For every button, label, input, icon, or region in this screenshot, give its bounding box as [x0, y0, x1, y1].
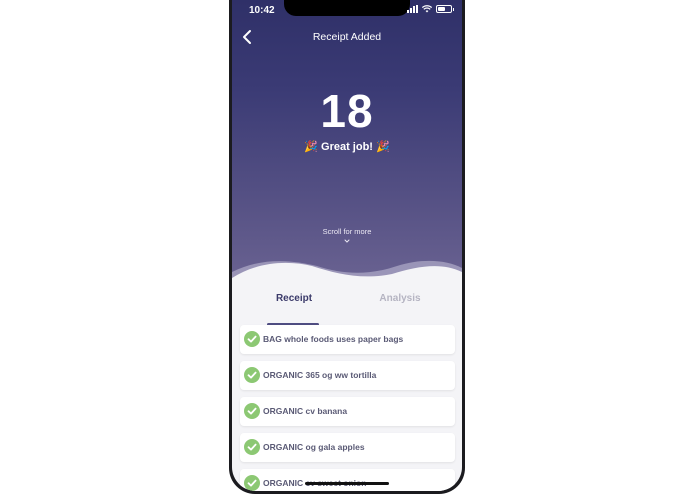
party-popper-icon: 🎉: [304, 140, 318, 153]
tab-receipt[interactable]: Receipt: [254, 293, 334, 304]
home-indicator[interactable]: [305, 482, 389, 485]
receipt-item-label: ORGANIC cv banana: [263, 406, 348, 416]
tab-analysis[interactable]: Analysis: [360, 293, 440, 304]
page-title: Receipt Added: [312, 31, 382, 43]
receipt-item[interactable]: ORGANIC og gala apples: [240, 433, 455, 462]
score-value: 18: [320, 85, 374, 137]
status-time: 10:42: [249, 5, 275, 16]
app-screen: 10:42 Receipt Added 18 🎉 Great job! 🎉 Sc…: [232, 0, 462, 491]
status-icons: [407, 5, 454, 13]
receipt-item[interactable]: BAG whole foods uses paper bags: [240, 325, 455, 354]
cellular-signal-icon: [407, 5, 418, 13]
praise-line: 🎉 Great job! 🎉: [232, 140, 462, 153]
tab-bar: Receipt Analysis: [232, 293, 462, 326]
check-circle-icon: [244, 367, 260, 383]
praise-text: Great job!: [321, 141, 373, 153]
receipt-item[interactable]: ORGANIC cv banana: [240, 397, 455, 426]
check-circle-icon: [244, 331, 260, 347]
chevron-down-icon: [344, 239, 350, 243]
receipt-panel: Receipt Analysis BAG whole foods uses pa…: [232, 282, 462, 491]
device-notch: [284, 0, 410, 16]
check-circle-icon: [244, 403, 260, 419]
wifi-icon: [422, 5, 432, 13]
nav-bar: Receipt Added: [232, 24, 462, 50]
scroll-hint: Scroll for more: [322, 227, 372, 236]
receipt-item-label: BAG whole foods uses paper bags: [263, 334, 404, 344]
receipt-item[interactable]: ORGANIC cv sweet onion: [240, 469, 455, 491]
check-circle-icon: [244, 475, 260, 491]
battery-icon: [436, 5, 454, 13]
receipt-item-list: BAG whole foods uses paper bags ORGANIC …: [240, 325, 455, 491]
status-bar: 10:42: [232, 0, 462, 22]
receipt-item[interactable]: ORGANIC 365 og ww tortilla: [240, 361, 455, 390]
receipt-item-label: ORGANIC og gala apples: [263, 442, 365, 452]
phone-frame: 10:42 Receipt Added 18 🎉 Great job! 🎉 Sc…: [229, 0, 465, 494]
receipt-item-label: ORGANIC 365 og ww tortilla: [263, 370, 377, 380]
check-circle-icon: [244, 439, 260, 455]
party-popper-icon: 🎉: [376, 140, 390, 153]
